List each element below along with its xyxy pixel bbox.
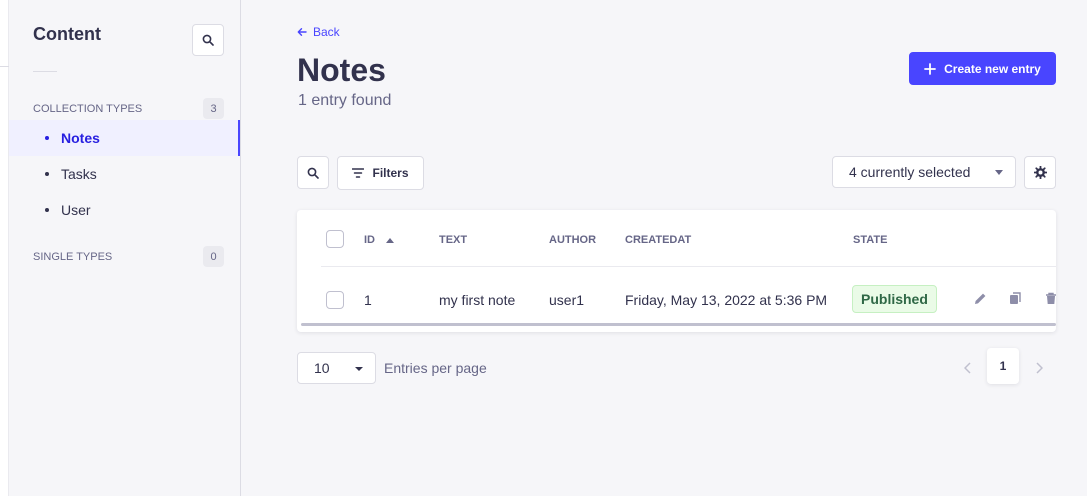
arrow-left-icon bbox=[297, 28, 307, 36]
bullet-icon bbox=[45, 136, 49, 140]
cell-id: 1 bbox=[364, 292, 372, 308]
next-page-button[interactable] bbox=[1027, 356, 1051, 380]
filters-label: Filters bbox=[372, 166, 409, 180]
entry-count: 1 entry found bbox=[298, 92, 392, 109]
main-content: Back Notes 1 entry found Create new entr… bbox=[241, 0, 1087, 496]
nav-divider bbox=[0, 66, 9, 67]
column-header-author[interactable]: AUTHOR bbox=[549, 234, 596, 246]
section-collection-types[interactable]: COLLECTION TYPES bbox=[33, 103, 142, 115]
back-label: Back bbox=[313, 25, 340, 39]
header-divider bbox=[321, 266, 1056, 267]
sort-ascending-icon bbox=[386, 237, 395, 243]
sidebar-item-notes[interactable]: Notes bbox=[9, 120, 240, 156]
sidebar-title: Content bbox=[33, 24, 101, 44]
create-entry-label: Create new entry bbox=[944, 61, 1041, 76]
settings-button[interactable] bbox=[1024, 156, 1056, 189]
bullet-icon bbox=[45, 172, 49, 176]
table-search-button[interactable] bbox=[297, 156, 329, 189]
trash-icon bbox=[1046, 292, 1056, 304]
page-size-label: Entries per page bbox=[384, 360, 487, 376]
page-size-value: 10 bbox=[314, 360, 330, 376]
filters-button[interactable]: Filters bbox=[337, 156, 424, 190]
collection-types-count: 3 bbox=[203, 98, 224, 119]
row-checkbox[interactable] bbox=[326, 291, 344, 309]
single-types-count: 0 bbox=[203, 246, 224, 267]
bullet-icon bbox=[45, 208, 49, 212]
chevron-left-icon bbox=[963, 362, 971, 374]
chevron-right-icon bbox=[1035, 362, 1043, 374]
edit-button[interactable] bbox=[972, 290, 988, 306]
chevron-down-icon bbox=[355, 367, 363, 371]
displayed-fields-select[interactable]: 4 currently selected bbox=[832, 156, 1016, 188]
cell-createdat: Friday, May 13, 2022 at 5:36 PM bbox=[625, 292, 828, 308]
page-size-select[interactable]: 10 bbox=[297, 352, 376, 384]
pencil-icon bbox=[974, 293, 985, 304]
select-all-checkbox[interactable] bbox=[326, 230, 344, 248]
displayed-fields-value: 4 currently selected bbox=[849, 164, 971, 180]
cell-author: user1 bbox=[549, 292, 585, 308]
page-1-button[interactable]: 1 bbox=[987, 348, 1019, 384]
column-header-createdat[interactable]: CREATEDAT bbox=[625, 234, 691, 246]
main-nav-strip bbox=[0, 0, 9, 496]
section-single-types[interactable]: SINGLE TYPES bbox=[33, 251, 112, 263]
gear-icon bbox=[1033, 166, 1047, 179]
sidebar-item-user[interactable]: User bbox=[9, 192, 240, 228]
horizontal-scrollbar[interactable] bbox=[301, 323, 1056, 326]
column-header-text[interactable]: TEXT bbox=[439, 234, 467, 246]
duplicate-button[interactable] bbox=[1007, 290, 1023, 306]
sidebar-item-tasks[interactable]: Tasks bbox=[9, 156, 240, 192]
content-sidebar: Content COLLECTION TYPES 3 Notes Tasks U… bbox=[9, 0, 241, 496]
plus-icon bbox=[924, 62, 937, 75]
chevron-down-icon bbox=[995, 170, 1003, 175]
column-header-id[interactable]: ID bbox=[364, 234, 395, 246]
sidebar-search-button[interactable] bbox=[192, 24, 224, 56]
status-badge: Published bbox=[852, 285, 937, 313]
previous-page-button[interactable] bbox=[955, 356, 979, 380]
cell-text: my first note bbox=[439, 292, 516, 308]
entries-table: ID TEXT AUTHOR CREATEDAT STATE 1 my firs… bbox=[297, 210, 1056, 332]
delete-button[interactable] bbox=[1043, 290, 1056, 306]
search-icon bbox=[307, 167, 319, 179]
sidebar-item-label: Notes bbox=[61, 130, 100, 146]
sidebar-item-label: Tasks bbox=[61, 166, 97, 182]
sidebar-divider bbox=[33, 71, 57, 72]
column-header-label: ID bbox=[364, 234, 375, 246]
create-entry-button[interactable]: Create new entry bbox=[909, 52, 1056, 85]
sidebar-item-label: User bbox=[61, 202, 91, 218]
back-link[interactable]: Back bbox=[297, 25, 340, 39]
search-icon bbox=[202, 34, 214, 46]
column-header-state[interactable]: STATE bbox=[853, 234, 887, 246]
page-title: Notes bbox=[297, 52, 386, 88]
filter-icon bbox=[352, 168, 365, 178]
duplicate-icon bbox=[1009, 291, 1021, 304]
